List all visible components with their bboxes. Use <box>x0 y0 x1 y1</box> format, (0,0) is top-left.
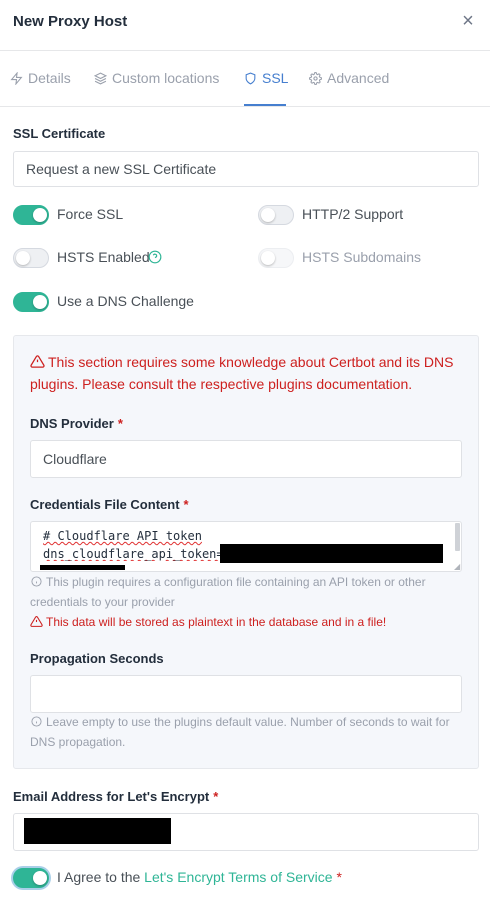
propagation-help-text: Leave empty to use the plugins default v… <box>30 715 450 749</box>
http2-label: HTTP/2 Support <box>302 206 404 222</box>
tabs-divider <box>0 106 490 107</box>
tab-label: SSL <box>262 70 289 86</box>
toggle-knob <box>33 208 47 222</box>
modal-title: New Proxy Host <box>13 13 128 30</box>
tab-details[interactable]: Details <box>10 68 71 88</box>
toggle-knob <box>33 871 47 885</box>
dns-challenge-label: Use a DNS Challenge <box>57 293 194 309</box>
textarea-scrollbar[interactable] <box>455 523 460 551</box>
credentials-help-text: This plugin requires a configuration fil… <box>30 575 426 609</box>
tab-ssl[interactable]: SSL <box>244 68 288 88</box>
tab-advanced[interactable]: Advanced <box>309 68 389 88</box>
tab-label: Details <box>28 70 71 86</box>
required-mark: * <box>336 869 342 885</box>
redacted-email <box>24 818 171 844</box>
tab-label: Advanced <box>327 70 390 86</box>
credentials-line-1: # Cloudflare API token <box>43 529 202 543</box>
credentials-label-text: Credentials File Content <box>30 497 180 512</box>
shield-icon <box>245 72 256 85</box>
dns-provider-select[interactable]: Cloudflare <box>30 440 462 478</box>
layers-icon <box>94 71 107 85</box>
toggle-knob <box>16 251 30 265</box>
agree-tos-toggle[interactable] <box>13 868 49 888</box>
tab-label: Custom locations <box>112 70 220 86</box>
required-mark: * <box>213 789 219 804</box>
toggle-knob <box>261 208 275 222</box>
toggle-knob <box>33 295 47 309</box>
close-icon[interactable]: × <box>458 10 478 32</box>
alert-triangle-icon <box>30 616 43 627</box>
email-label-text: Email Address for Let's Encrypt <box>13 789 210 804</box>
credentials-plaintext-warning: This data will be stored as plaintext in… <box>46 615 387 629</box>
hsts-label: HSTS Enabled <box>57 249 150 265</box>
required-mark: * <box>183 497 189 512</box>
propagation-seconds-input[interactable] <box>30 675 462 713</box>
gear-icon <box>309 71 322 85</box>
http2-toggle[interactable] <box>258 205 294 225</box>
propagation-seconds-label: Propagation Seconds <box>30 651 164 666</box>
resize-handle-icon[interactable]: ◢ <box>454 563 460 571</box>
hsts-subdomains-toggle <box>258 248 294 268</box>
toggle-knob <box>261 251 275 265</box>
required-mark: * <box>117 416 123 431</box>
hsts-subdomains-label: HSTS Subdomains <box>302 249 422 265</box>
dns-provider-label: DNS Provider * <box>30 416 123 431</box>
force-ssl-label: Force SSL <box>57 206 124 222</box>
dns-provider-label-text: DNS Provider <box>30 416 114 431</box>
ssl-certificate-select[interactable]: Request a new SSL Certificate <box>13 151 479 187</box>
email-label: Email Address for Let's Encrypt * <box>13 789 218 804</box>
redacted-api-token <box>220 544 443 563</box>
agree-prefix: I Agree to the <box>57 869 145 885</box>
zap-icon <box>10 71 23 85</box>
hsts-toggle[interactable] <box>13 248 49 268</box>
credentials-line-1-text: # Cloudflare API token <box>43 529 202 543</box>
ssl-certificate-label: SSL Certificate <box>13 126 106 141</box>
redacted-api-token-overflow <box>40 565 125 570</box>
agree-tos-label: I Agree to the Let's Encrypt Terms of Se… <box>57 869 342 885</box>
dns-challenge-toggle[interactable] <box>13 292 49 312</box>
help-circle-icon[interactable] <box>148 250 162 264</box>
force-ssl-toggle[interactable] <box>13 205 49 225</box>
credentials-comment: # Cloudflare API token <box>43 529 202 543</box>
credentials-label: Credentials File Content * <box>30 497 189 512</box>
header-divider <box>0 50 490 51</box>
dns-warning-text: This section requires some knowledge abo… <box>30 354 454 392</box>
tos-link[interactable]: Let's Encrypt Terms of Service <box>144 869 332 885</box>
tab-custom-locations[interactable]: Custom locations <box>94 68 219 88</box>
